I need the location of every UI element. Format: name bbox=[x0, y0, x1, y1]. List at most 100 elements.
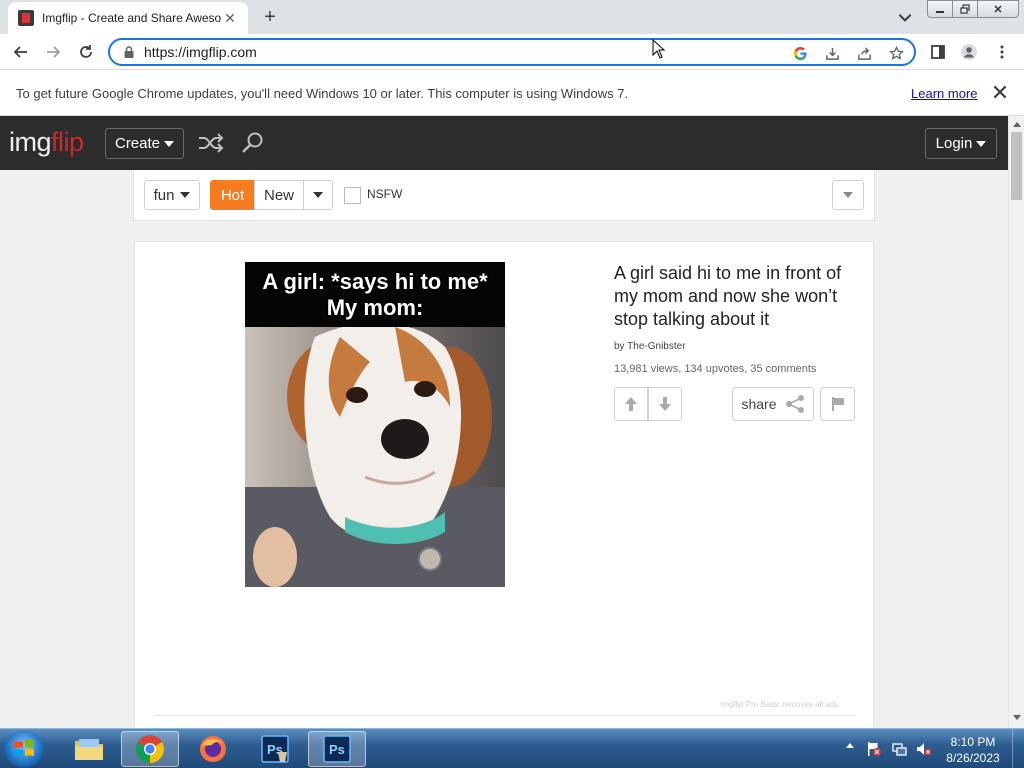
new-tab-button[interactable]: + bbox=[258, 6, 282, 28]
back-button[interactable] bbox=[9, 40, 33, 64]
window-close-button[interactable] bbox=[977, 0, 1019, 18]
folder-icon bbox=[75, 739, 103, 760]
close-icon bbox=[994, 5, 1002, 13]
update-infobar: To get future Google Chrome updates, you… bbox=[0, 70, 1024, 116]
shuffle-icon[interactable] bbox=[198, 132, 224, 154]
post-card: A girl: *says hi to me* My mom: A girl s… bbox=[134, 241, 874, 731]
flag-button[interactable] bbox=[820, 387, 855, 421]
show-hidden-icons-arrow-icon[interactable] bbox=[846, 743, 854, 748]
action-center-flag-icon[interactable] bbox=[866, 741, 882, 757]
tab-close-icon[interactable]: ✕ bbox=[222, 10, 238, 27]
login-dropdown-button[interactable]: Login bbox=[925, 128, 997, 159]
scroll-down-arrow-icon[interactable] bbox=[1013, 715, 1021, 720]
dog-photo bbox=[245, 327, 505, 587]
scroll-thumb[interactable] bbox=[1011, 132, 1022, 200]
browser-tab-strip: Imgflip - Create and Share Awesome Image… bbox=[0, 0, 1024, 34]
feed-filter-bar: fun Hot New NSFW bbox=[133, 170, 875, 221]
post-byline: by The-Gnibster bbox=[614, 341, 686, 352]
share-icon bbox=[785, 395, 804, 413]
share-page-icon[interactable] bbox=[852, 43, 876, 63]
feed-options-dropdown[interactable] bbox=[832, 180, 864, 210]
share-label: share bbox=[741, 396, 777, 412]
share-button[interactable]: share bbox=[732, 387, 814, 421]
kebab-menu-icon bbox=[1000, 45, 1004, 59]
window-restore-button[interactable] bbox=[952, 0, 978, 18]
create-label: Create bbox=[114, 135, 161, 152]
browser-tab[interactable]: Imgflip - Create and Share Awesome Image… bbox=[8, 2, 248, 34]
meme-image[interactable]: A girl: *says hi to me* My mom: bbox=[245, 262, 505, 587]
reload-icon bbox=[80, 45, 92, 58]
url-text[interactable]: https://imgflip.com bbox=[144, 44, 257, 60]
clock-date: 8/26/2023 bbox=[946, 751, 1000, 765]
windows-logo-icon bbox=[14, 739, 34, 756]
taskbar-photoshop-installer[interactable]: Ps bbox=[246, 731, 304, 767]
bookmark-star-icon[interactable] bbox=[884, 43, 908, 63]
sort-more-button[interactable] bbox=[303, 180, 333, 210]
profile-avatar-icon bbox=[961, 44, 977, 60]
photoshop-installer-icon: Ps bbox=[261, 735, 289, 763]
address-bar[interactable]: https://imgflip.com bbox=[108, 38, 916, 66]
create-dropdown-button[interactable]: Create bbox=[105, 128, 184, 159]
search-icon[interactable] bbox=[240, 132, 266, 154]
upvote-button[interactable] bbox=[614, 387, 648, 421]
firefox-icon bbox=[200, 736, 226, 762]
show-desktop-button[interactable] bbox=[1012, 729, 1024, 768]
category-select[interactable]: fun bbox=[144, 180, 200, 210]
forward-button[interactable] bbox=[41, 40, 65, 64]
login-label: Login bbox=[935, 135, 973, 152]
sort-new-button[interactable]: New bbox=[254, 180, 304, 210]
chrome-icon bbox=[136, 735, 164, 763]
minimize-icon bbox=[936, 11, 944, 13]
meme-caption-line-2: My mom: bbox=[326, 294, 424, 320]
taskbar-file-explorer[interactable] bbox=[60, 731, 118, 767]
sort-hot-button[interactable]: Hot bbox=[210, 180, 255, 210]
windows-taskbar: Ps Ps 8:10 PM 8/26/2023 bbox=[0, 728, 1024, 768]
browser-menu-button[interactable] bbox=[990, 40, 1014, 64]
byline-prefix: by bbox=[614, 341, 628, 352]
omnibox-actions bbox=[788, 43, 908, 63]
nsfw-label: NSFW bbox=[367, 187, 403, 201]
logo-text-flip: flip bbox=[51, 127, 84, 157]
google-lens-icon[interactable] bbox=[788, 43, 812, 63]
photoshop-icon: Ps bbox=[323, 735, 351, 763]
install-app-icon[interactable] bbox=[820, 43, 844, 63]
arrow-left-icon bbox=[13, 46, 27, 58]
site-header: imgflip Create Login bbox=[0, 116, 1008, 170]
logo-text-img: img bbox=[9, 127, 52, 157]
author-link[interactable]: The-Gnibster bbox=[627, 341, 685, 352]
caret-down-icon bbox=[180, 192, 191, 198]
taskbar-chrome[interactable] bbox=[121, 731, 179, 767]
browser-toolbar: https://imgflip.com bbox=[0, 34, 1024, 70]
post-stats: 13,981 views, 134 upvotes, 35 comments bbox=[614, 363, 817, 375]
start-button[interactable] bbox=[4, 731, 44, 767]
meme-caption-line-1: A girl: *says hi to me* bbox=[262, 268, 488, 294]
caret-down-icon bbox=[976, 140, 987, 147]
clock-time: 8:10 PM bbox=[950, 735, 996, 749]
downvote-button[interactable] bbox=[648, 387, 682, 421]
lock-icon[interactable] bbox=[122, 45, 136, 59]
taskbar-photoshop[interactable]: Ps bbox=[308, 731, 366, 767]
window-minimize-button[interactable] bbox=[927, 0, 953, 18]
tab-search-chevron-icon[interactable] bbox=[896, 8, 914, 26]
system-clock[interactable]: 8:10 PM 8/26/2023 bbox=[940, 734, 1006, 766]
volume-muted-icon[interactable] bbox=[916, 741, 932, 757]
side-panel-button[interactable] bbox=[926, 40, 950, 64]
pro-removes-ads-link[interactable]: Imgflip Pro Basic removes all ads bbox=[720, 700, 838, 709]
meme-caption: A girl: *says hi to me* My mom: bbox=[245, 262, 505, 327]
page-scrollbar[interactable] bbox=[1008, 116, 1024, 728]
mouse-cursor-icon bbox=[652, 39, 666, 59]
scroll-up-arrow-icon[interactable] bbox=[1013, 122, 1021, 127]
taskbar-firefox[interactable] bbox=[184, 731, 242, 767]
reload-button[interactable] bbox=[74, 40, 98, 64]
infobar-close-icon[interactable] bbox=[991, 83, 1009, 101]
svg-text:Ps: Ps bbox=[329, 742, 345, 757]
network-icon[interactable] bbox=[892, 741, 908, 757]
arrow-up-icon bbox=[625, 397, 637, 411]
side-panel-icon bbox=[931, 45, 945, 59]
nsfw-checkbox[interactable] bbox=[344, 187, 361, 204]
learn-more-link[interactable]: Learn more bbox=[911, 86, 977, 101]
post-title[interactable]: A girl said hi to me in front of my mom … bbox=[614, 262, 854, 331]
card-divider bbox=[154, 715, 855, 716]
imgflip-logo[interactable]: imgflip bbox=[9, 127, 84, 158]
profile-button[interactable] bbox=[957, 40, 981, 64]
